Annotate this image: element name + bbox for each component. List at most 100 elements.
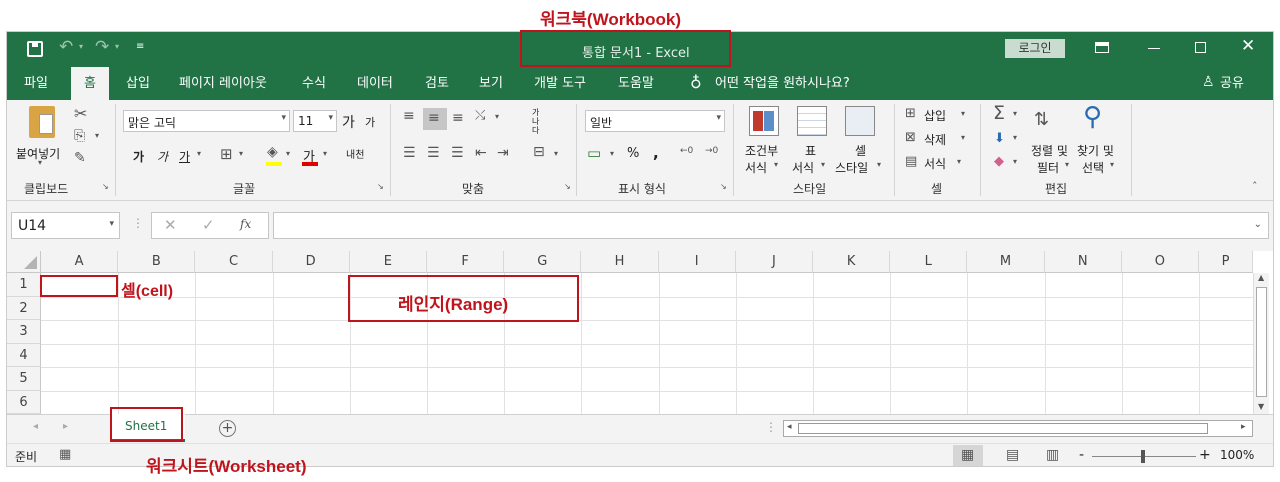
clear-dropdown-icon[interactable]: ▾ xyxy=(1013,157,1017,166)
undo-dropdown-icon[interactable]: ▾ xyxy=(79,42,83,51)
phonetic-button[interactable]: 내천 xyxy=(346,146,364,161)
border-icon[interactable]: ⊞ xyxy=(220,145,233,163)
row-header-5[interactable]: 5 xyxy=(7,367,41,391)
tab-help[interactable]: 도움말 xyxy=(618,67,654,100)
row-header-4[interactable]: 4 xyxy=(7,343,41,367)
tell-me-search[interactable]: 어떤 작업을 원하시나요? xyxy=(715,67,850,100)
format-cells-icon[interactable]: ▤ xyxy=(905,154,917,169)
column-header-h[interactable]: H xyxy=(581,251,659,273)
paste-dropdown-icon[interactable]: ▾ xyxy=(38,158,42,167)
column-header-g[interactable]: G xyxy=(504,251,582,273)
worksheet-grid[interactable]: ABCDEFGHIJKLMNOP 123456 ▲ ▼ xyxy=(7,251,1273,415)
row-header-1[interactable]: 1 xyxy=(7,273,41,297)
conditional-format-dropdown-icon[interactable]: ▾ xyxy=(774,160,778,169)
column-header-l[interactable]: L xyxy=(890,251,968,273)
row-header-3[interactable]: 3 xyxy=(7,320,41,344)
clear-icon[interactable]: ◆ xyxy=(994,154,1004,169)
column-header-k[interactable]: K xyxy=(813,251,891,273)
page-break-preview-icon[interactable]: ▥ xyxy=(1046,447,1059,463)
column-header-m[interactable]: M xyxy=(967,251,1045,273)
copy-icon[interactable]: ⎘ xyxy=(74,128,85,144)
tab-developer[interactable]: 개발 도구 xyxy=(534,67,586,100)
underline-button[interactable]: 가 xyxy=(179,148,190,165)
undo-icon[interactable]: ↶ xyxy=(59,37,73,57)
find-select-label-1[interactable]: 찾기 및 xyxy=(1077,142,1114,159)
tab-insert[interactable]: 삽입 xyxy=(126,67,150,100)
tab-review[interactable]: 검토 xyxy=(425,67,449,100)
align-center-icon[interactable]: ☰ xyxy=(427,145,440,161)
cell-styles-icon[interactable] xyxy=(845,106,875,136)
paste-icon[interactable] xyxy=(29,106,55,138)
formula-input[interactable]: ⌄ xyxy=(273,212,1269,239)
expand-formula-bar-icon[interactable]: ⌄ xyxy=(1254,219,1262,230)
column-header-b[interactable]: B xyxy=(118,251,196,273)
underline-dropdown-icon[interactable]: ▾ xyxy=(197,149,201,158)
middle-align-icon[interactable]: ≡ xyxy=(423,108,447,130)
cut-icon[interactable]: ✂ xyxy=(74,104,87,123)
scroll-sheets-left-icon[interactable]: ◂ xyxy=(33,421,38,432)
cell-styles-label-1[interactable]: 셀 xyxy=(855,142,866,159)
maximize-icon[interactable] xyxy=(1195,42,1206,53)
scroll-sheets-right-icon[interactable]: ▸ xyxy=(63,421,68,432)
column-header-p[interactable]: P xyxy=(1199,251,1253,273)
font-name-box[interactable]: 맑은 고딕 ▾ xyxy=(123,110,290,132)
row-header-6[interactable]: 6 xyxy=(7,390,41,414)
scroll-up-icon[interactable]: ▲ xyxy=(1258,273,1264,282)
redo-dropdown-icon[interactable]: ▾ xyxy=(115,42,119,51)
delete-dropdown-icon[interactable]: ▾ xyxy=(961,133,965,142)
format-as-table-dropdown-icon[interactable]: ▾ xyxy=(821,160,825,169)
font-size-box[interactable]: 11 ▾ xyxy=(293,110,337,132)
shrink-font-button[interactable]: 가 xyxy=(365,114,375,130)
column-header-c[interactable]: C xyxy=(195,251,273,273)
format-as-table-icon[interactable] xyxy=(797,106,827,136)
fill-color-icon[interactable]: ◈ xyxy=(267,144,278,160)
format-cells-button[interactable]: 서식 xyxy=(924,155,946,172)
top-align-icon[interactable]: ≡ xyxy=(403,108,415,124)
confirm-entry-icon[interactable]: ✓ xyxy=(202,216,215,234)
bold-button[interactable]: 가 xyxy=(133,148,144,165)
format-as-table-label-2[interactable]: 서식 xyxy=(792,159,814,176)
border-dropdown-icon[interactable]: ▾ xyxy=(239,149,243,158)
align-right-icon[interactable]: ☰ xyxy=(451,145,464,161)
number-format-box[interactable]: 일반 ▾ xyxy=(585,110,725,132)
horizontal-scroll-thumb[interactable] xyxy=(798,423,1208,434)
share-person-icon[interactable]: ♙ xyxy=(1202,74,1215,90)
vertical-scrollbar[interactable]: ▲ ▼ xyxy=(1253,273,1269,414)
tab-file[interactable]: 파일 xyxy=(24,67,48,100)
sort-filter-label-1[interactable]: 정렬 및 xyxy=(1031,142,1068,159)
orientation-icon[interactable]: ⤯ xyxy=(475,108,485,123)
close-icon[interactable]: ✕ xyxy=(1241,36,1255,56)
fill-dropdown-icon[interactable]: ▾ xyxy=(1013,133,1017,142)
bottom-align-icon[interactable]: ≡ xyxy=(452,110,464,126)
login-button[interactable]: 로그인 xyxy=(1005,39,1065,58)
column-header-o[interactable]: O xyxy=(1121,251,1199,273)
format-painter-icon[interactable]: ✎ xyxy=(74,150,86,166)
page-layout-view-icon[interactable]: ▤ xyxy=(1006,447,1019,463)
format-as-table-label-1[interactable]: 표 xyxy=(805,142,816,159)
align-left-icon[interactable]: ☰ xyxy=(403,145,416,161)
tab-view[interactable]: 보기 xyxy=(479,67,503,100)
font-launcher-icon[interactable]: ↘ xyxy=(377,182,384,191)
name-box[interactable]: U14 ▾ xyxy=(11,212,120,239)
cancel-entry-icon[interactable]: ✕ xyxy=(164,216,177,234)
copy-dropdown-icon[interactable]: ▾ xyxy=(95,131,99,140)
column-header-f[interactable]: F xyxy=(427,251,505,273)
more-options-icon[interactable]: ⋮ xyxy=(132,216,144,230)
tab-page-layout[interactable]: 페이지 레이아웃 xyxy=(179,67,267,100)
alignment-launcher-icon[interactable]: ↘ xyxy=(564,182,571,191)
percent-button[interactable]: % xyxy=(627,146,639,161)
save-icon[interactable] xyxy=(27,41,43,57)
zoom-slider-thumb[interactable] xyxy=(1141,450,1145,463)
accounting-format-icon[interactable]: ▭ xyxy=(587,144,601,162)
column-header-j[interactable]: J xyxy=(735,251,813,273)
find-select-icon[interactable]: ⚲ xyxy=(1083,102,1102,132)
grow-font-button[interactable]: 가 xyxy=(342,112,355,132)
accessibility-icon[interactable]: ▦ xyxy=(59,447,71,462)
autosum-dropdown-icon[interactable]: ▾ xyxy=(1013,109,1017,118)
tab-home[interactable]: 홈 xyxy=(71,67,109,100)
tab-data[interactable]: 데이터 xyxy=(357,67,393,100)
delete-cells-icon[interactable]: ⊠ xyxy=(905,130,916,145)
fill-icon[interactable]: ⬇ xyxy=(994,131,1005,146)
autosum-icon[interactable]: Σ xyxy=(993,102,1005,124)
comma-button[interactable]: , xyxy=(653,144,659,162)
